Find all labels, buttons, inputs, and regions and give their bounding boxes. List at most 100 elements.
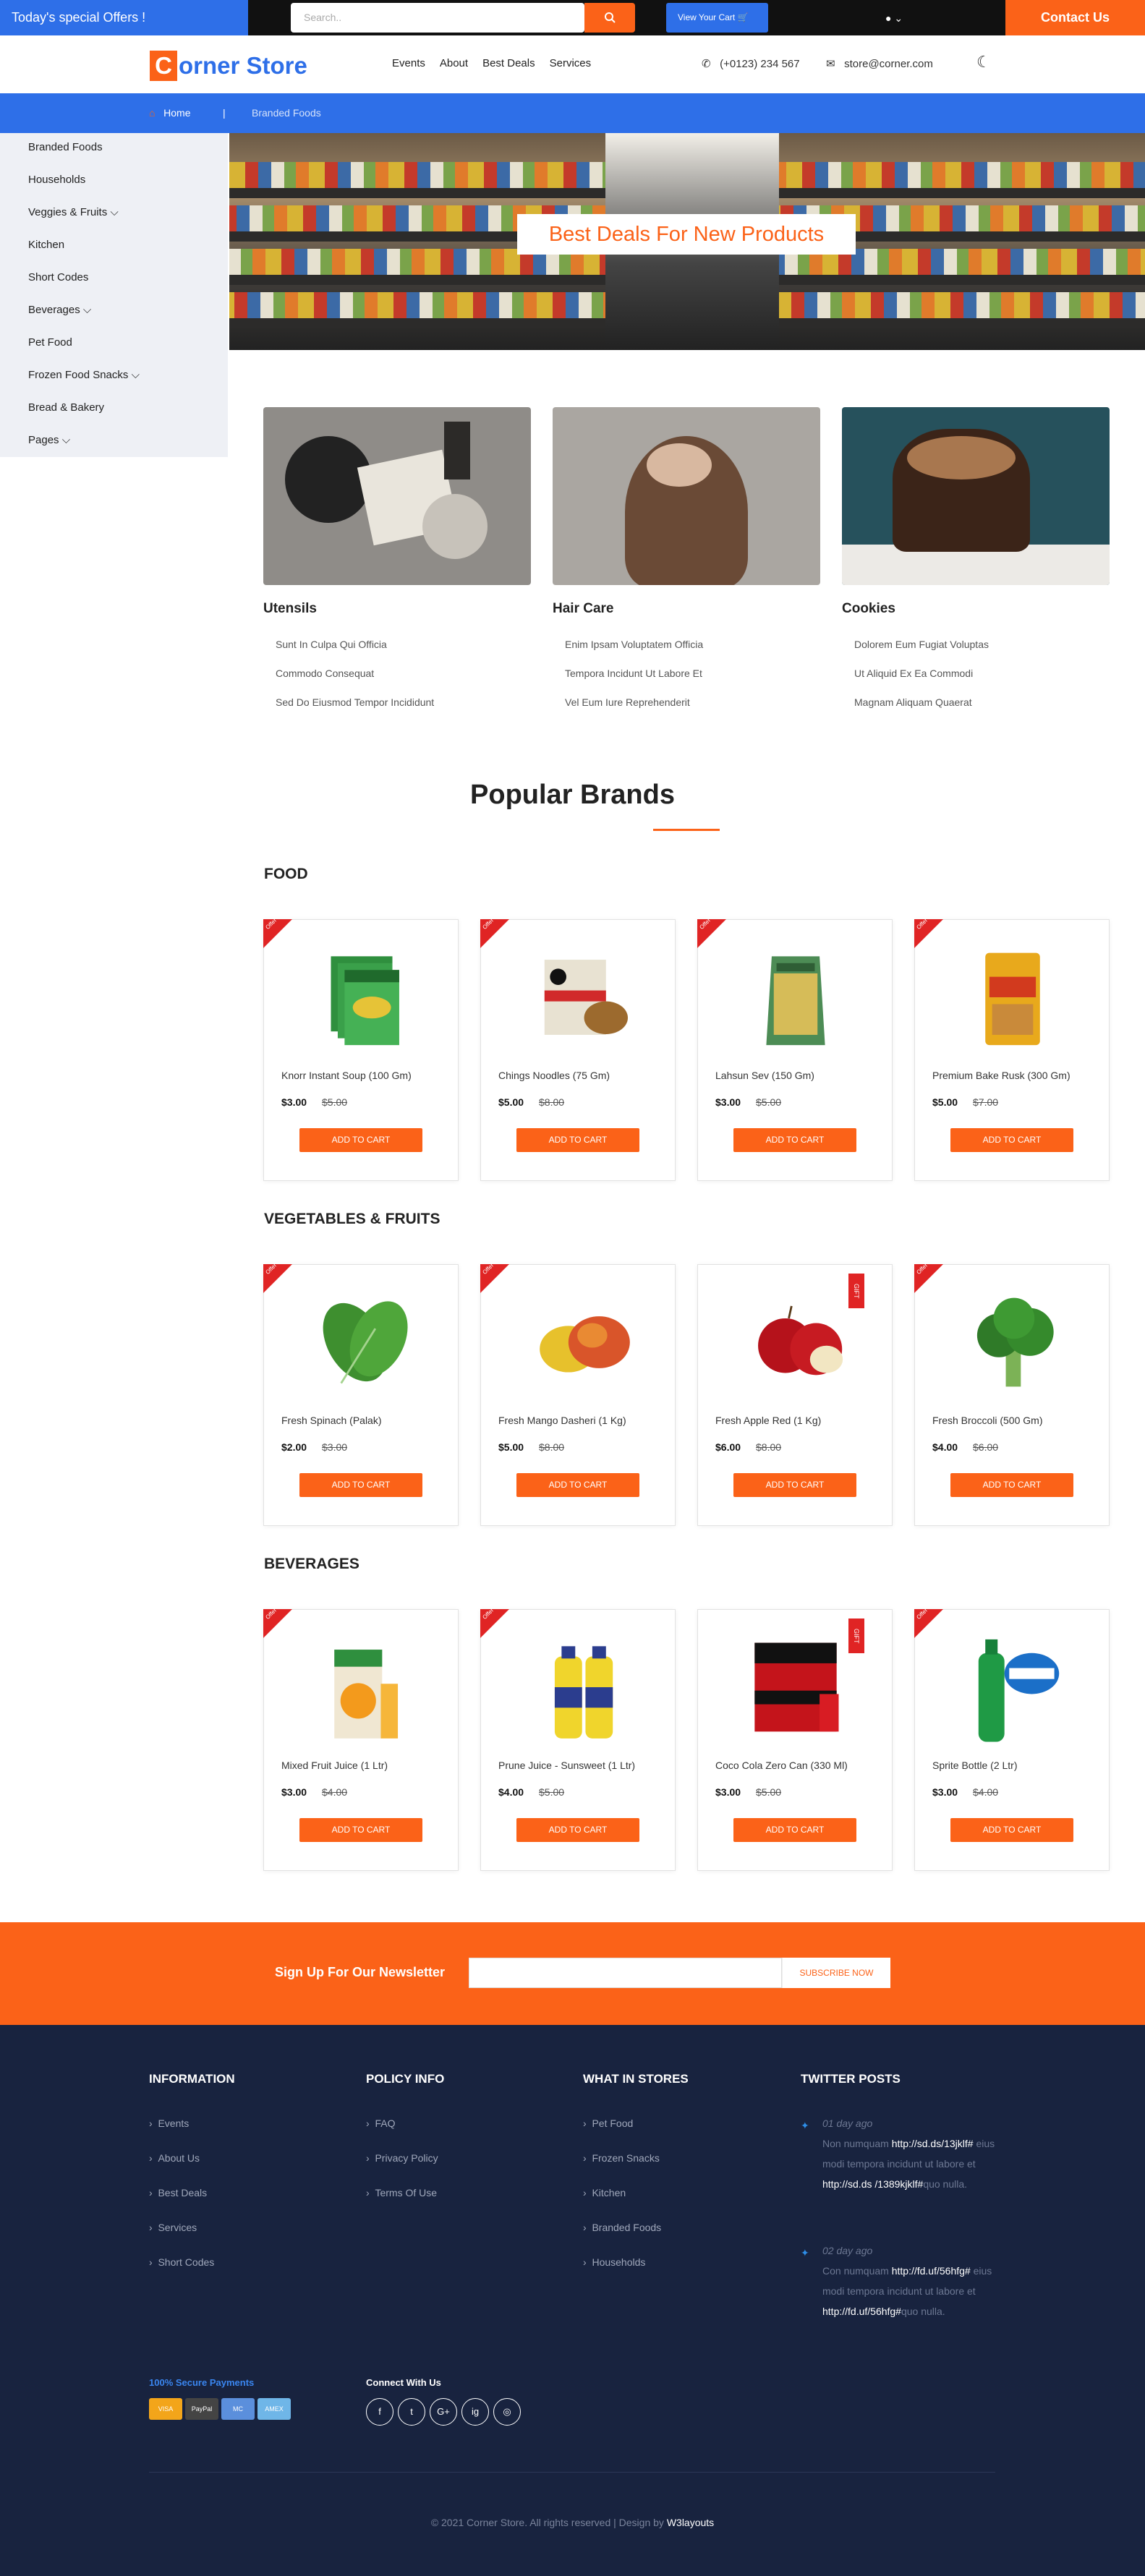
category-link[interactable]: Magnam Aliquam Quaerat bbox=[854, 696, 972, 708]
nav-about[interactable]: About bbox=[440, 57, 468, 69]
sidebar-item-pet-food[interactable]: Pet Food bbox=[28, 336, 72, 349]
product-name[interactable]: Coco Cola Zero Can (330 Ml) bbox=[715, 1760, 848, 1771]
product-name[interactable]: Sprite Bottle (2 Ltr) bbox=[932, 1760, 1018, 1771]
sidebar-item-bread-bakery[interactable]: Bread & Bakery bbox=[28, 401, 104, 414]
category-card-utensils[interactable]: Utensils Sunt In Culpa Qui Officia Commo… bbox=[263, 407, 531, 708]
add-to-cart-button[interactable]: ADD TO CART bbox=[516, 1128, 639, 1152]
product-card[interactable]: Offer Fresh Mango Dasheri (1 Kg) $5.00 $8.0… bbox=[480, 1262, 676, 1526]
add-to-cart-button[interactable]: ADD TO CART bbox=[516, 1818, 639, 1842]
footer-link[interactable]: › Services bbox=[149, 2222, 197, 2233]
category-link[interactable]: Enim Ipsam Voluptatem Officia bbox=[565, 639, 703, 650]
dribbble-icon[interactable]: ◎ bbox=[493, 2398, 521, 2426]
designer-link[interactable]: W3layouts bbox=[667, 2517, 714, 2528]
product-card[interactable]: Offer Lahsun Sev (150 Gm) $3.00 $5.00 ADD TO… bbox=[697, 917, 893, 1181]
sidebar-item-pages[interactable]: Pages ⌵ bbox=[28, 434, 70, 446]
search-input[interactable]: Search.. bbox=[291, 3, 584, 33]
category-link[interactable]: Dolorem Eum Fugiat Voluptas bbox=[854, 639, 989, 650]
breadcrumb-home[interactable]: ⌂ Home bbox=[149, 107, 191, 119]
product-card[interactable]: GIFT Coco Cola Zero Can (330 Ml) $3.00 $5.0… bbox=[697, 1609, 893, 1871]
sidebar-item-kitchen[interactable]: Kitchen bbox=[28, 239, 64, 251]
sidebar-item-households[interactable]: Households bbox=[28, 174, 85, 186]
product-card[interactable]: Offer Prune Juice - Sunsweet (1 Ltr) $4.00… bbox=[480, 1607, 676, 1871]
footer-link[interactable]: › Households bbox=[583, 2256, 645, 2268]
product-name[interactable]: Mixed Fruit Juice (1 Ltr) bbox=[281, 1760, 388, 1771]
product-name[interactable]: Fresh Spinach (Palak) bbox=[281, 1415, 382, 1426]
add-to-cart-button[interactable]: ADD TO CART bbox=[733, 1473, 856, 1497]
twitter-social-icon[interactable]: t bbox=[398, 2398, 425, 2426]
view-cart-button[interactable]: View Your Cart 🛒 bbox=[666, 3, 768, 33]
product-card[interactable]: Offer Chings Noodles (75 Gm) $5.00 $8.00 ADD… bbox=[480, 917, 676, 1181]
product-card[interactable]: Offer Fresh Spinach (Palak) $2.00 $3.00 ADD … bbox=[263, 1262, 459, 1526]
footer-link[interactable]: › Events bbox=[149, 2117, 189, 2129]
sidebar-item-frozen-food-snacks[interactable]: Frozen Food Snacks ⌵ bbox=[28, 369, 140, 381]
nav-services[interactable]: Services bbox=[550, 57, 592, 69]
special-offers-banner[interactable]: Today's special Offers ! bbox=[0, 0, 248, 35]
category-card-cookies[interactable]: Cookies Dolorem Eum Fugiat Voluptas Ut A… bbox=[842, 407, 1110, 708]
footer-link[interactable]: › Short Codes bbox=[149, 2256, 214, 2268]
footer-link[interactable]: › Terms Of Use bbox=[366, 2187, 437, 2198]
sidebar-item-veggies-fruits[interactable]: Veggies & Fruits ⌵ bbox=[28, 206, 119, 218]
product-card[interactable]: Offer Sprite Bottle (2 Ltr) $3.00 $4.00 ADD … bbox=[914, 1607, 1110, 1871]
sidebar-item-beverages[interactable]: Beverages ⌵ bbox=[28, 304, 91, 316]
logo[interactable]: Corner Store bbox=[150, 51, 307, 81]
nav-events[interactable]: Events bbox=[392, 57, 425, 69]
footer-link[interactable]: › Best Deals bbox=[149, 2187, 207, 2198]
user-menu[interactable]: ● ⌄ bbox=[885, 12, 903, 25]
add-to-cart-button[interactable]: ADD TO CART bbox=[950, 1128, 1073, 1152]
nav-best-deals[interactable]: Best Deals bbox=[482, 57, 535, 69]
footer-link[interactable]: › Frozen Snacks bbox=[583, 2152, 660, 2164]
offer-ribbon: Offer bbox=[263, 917, 292, 948]
category-link[interactable]: Sed Do Eiusmod Tempor Incididunt bbox=[276, 696, 434, 708]
product-name[interactable]: Knorr Instant Soup (100 Gm) bbox=[281, 1070, 412, 1081]
product-name[interactable]: Lahsun Sev (150 Gm) bbox=[715, 1070, 814, 1081]
product-card[interactable]: Offer Premium Bake Rusk (300 Gm) $5.00 $7.0… bbox=[914, 917, 1110, 1181]
footer-link[interactable]: › FAQ bbox=[366, 2117, 395, 2129]
add-to-cart-button[interactable]: ADD TO CART bbox=[516, 1473, 639, 1497]
product-card[interactable]: GIFT Fresh Apple Red (1 Kg) $6.00 $8.00 ADD … bbox=[697, 1264, 893, 1526]
sidebar-item-branded-foods[interactable]: Branded Foods bbox=[28, 141, 103, 153]
add-to-cart-button[interactable]: ADD TO CART bbox=[299, 1818, 422, 1842]
product-name[interactable]: Fresh Mango Dasheri (1 Kg) bbox=[498, 1415, 626, 1426]
facebook-icon[interactable]: f bbox=[366, 2398, 393, 2426]
product-name[interactable]: Premium Bake Rusk (300 Gm) bbox=[932, 1070, 1070, 1081]
sidebar-item-short-codes[interactable]: Short Codes bbox=[28, 271, 88, 283]
contact-us-button[interactable]: Contact Us bbox=[1005, 0, 1145, 35]
product-card[interactable]: Offer Knorr Instant Soup (100 Gm) $3.00 $5.… bbox=[263, 917, 459, 1181]
search-button[interactable] bbox=[584, 3, 635, 33]
google-plus-icon[interactable]: G+ bbox=[430, 2398, 457, 2426]
category-link[interactable]: Sunt In Culpa Qui Officia bbox=[276, 639, 387, 650]
email-contact[interactable]: ✉ store@corner.com bbox=[826, 57, 933, 70]
product-name[interactable]: Fresh Broccoli (500 Gm) bbox=[932, 1415, 1042, 1426]
footer-link[interactable]: › Pet Food bbox=[583, 2117, 633, 2129]
add-to-cart-button[interactable]: ADD TO CART bbox=[950, 1818, 1073, 1842]
footer-link[interactable]: › About Us bbox=[149, 2152, 200, 2164]
footer-link[interactable]: › Branded Foods bbox=[583, 2222, 661, 2233]
tweet-link[interactable]: http://fd.uf/56hfg# bbox=[892, 2265, 971, 2277]
tweet-link[interactable]: http://sd.ds /1389kjklf# bbox=[822, 2178, 923, 2190]
footer-link[interactable]: › Privacy Policy bbox=[366, 2152, 438, 2164]
footer-link[interactable]: › Kitchen bbox=[583, 2187, 626, 2198]
tweet-link[interactable]: http://sd.ds/13jklf# bbox=[892, 2138, 974, 2149]
add-to-cart-button[interactable]: ADD TO CART bbox=[950, 1473, 1073, 1497]
category-link[interactable]: Vel Eum Iure Reprehenderit bbox=[565, 696, 690, 708]
category-card-hair-care[interactable]: Hair Care Enim Ipsam Voluptatem Officia … bbox=[553, 407, 820, 708]
instagram-icon[interactable]: ig bbox=[461, 2398, 489, 2426]
category-link[interactable]: Ut Aliquid Ex Ea Commodi bbox=[854, 668, 973, 679]
footer-link-label: Services bbox=[158, 2222, 197, 2233]
add-to-cart-button[interactable]: ADD TO CART bbox=[733, 1128, 856, 1152]
product-card[interactable]: Offer Mixed Fruit Juice (1 Ltr) $3.00 $4.00… bbox=[263, 1607, 459, 1871]
subscribe-button[interactable]: SUBSCRIBE NOW bbox=[782, 1958, 890, 1988]
product-name[interactable]: Prune Juice - Sunsweet (1 Ltr) bbox=[498, 1760, 635, 1771]
product-name[interactable]: Chings Noodles (75 Gm) bbox=[498, 1070, 610, 1081]
category-link[interactable]: Tempora Incidunt Ut Labore Et bbox=[565, 668, 702, 679]
category-link[interactable]: Commodo Consequat bbox=[276, 668, 374, 679]
product-name[interactable]: Fresh Apple Red (1 Kg) bbox=[715, 1415, 821, 1426]
add-to-cart-button[interactable]: ADD TO CART bbox=[299, 1473, 422, 1497]
newsletter-email-input[interactable] bbox=[469, 1958, 782, 1988]
dark-mode-toggle[interactable]: ☾ bbox=[976, 53, 991, 72]
add-to-cart-button[interactable]: ADD TO CART bbox=[733, 1818, 856, 1842]
add-to-cart-button[interactable]: ADD TO CART bbox=[299, 1128, 422, 1152]
tweet-link[interactable]: http://fd.uf/56hfg# bbox=[822, 2306, 901, 2317]
product-card[interactable]: Offer Fresh Broccoli (500 Gm) $4.00 $6.00 AD… bbox=[914, 1262, 1110, 1526]
hero-title[interactable]: Best Deals For New Products bbox=[517, 214, 856, 255]
